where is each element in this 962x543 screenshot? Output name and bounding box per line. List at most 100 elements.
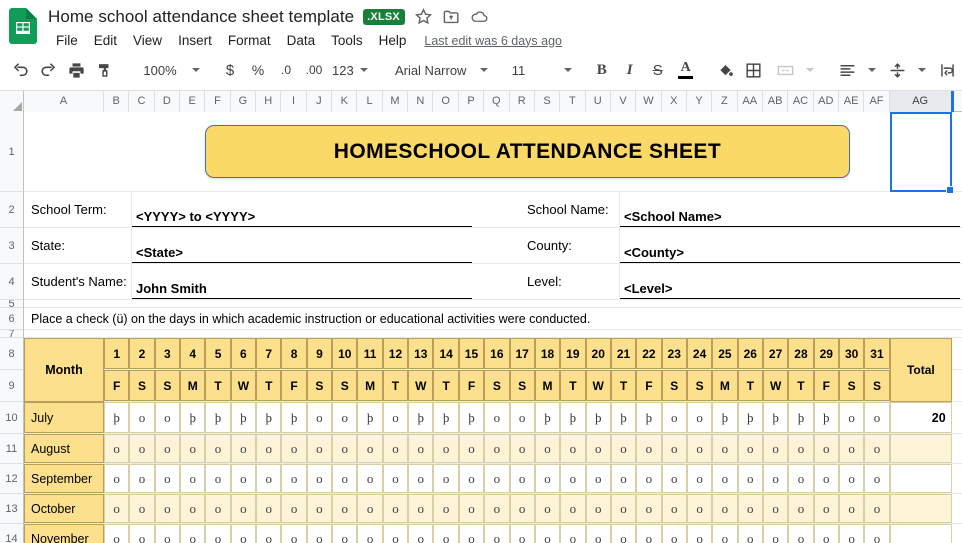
attendance-cell-november-27[interactable]: o [762,524,789,543]
attendance-cell-october-29[interactable]: o [813,494,839,523]
attendance-cell-november-8[interactable]: o [281,524,307,543]
table-header-day-28[interactable]: 28 [788,338,814,369]
attendance-cell-september-19[interactable]: o [560,464,586,493]
column-header-u[interactable]: U [585,91,611,112]
form-value-left-0[interactable]: <YYYY> to <YYYY> [132,192,472,227]
attendance-cell-july-13[interactable]: þ [408,402,434,433]
attendance-cell-august-24[interactable]: o [686,434,713,463]
form-label-right-2[interactable]: Level: [520,264,620,299]
attendance-cell-november-24[interactable]: o [686,524,713,543]
table-header-day-13[interactable]: 13 [408,338,434,369]
attendance-cell-november-28[interactable]: o [788,524,814,543]
attendance-cell-july-30[interactable]: o [838,402,865,433]
column-header-x[interactable]: X [661,91,687,112]
attendance-cell-october-30[interactable]: o [838,494,865,523]
attendance-cell-august-19[interactable]: o [560,434,586,463]
attendance-cell-november-21[interactable]: o [610,524,637,543]
attendance-cell-july-25[interactable]: þ [712,402,738,433]
attendance-cell-august-3[interactable]: o [154,434,181,463]
form-value-right-0[interactable]: <School Name> [620,192,960,227]
attendance-cell-july-24[interactable]: o [686,402,713,433]
attendance-cell-september-21[interactable]: o [610,464,637,493]
attendance-cell-october-24[interactable]: o [686,494,713,523]
attendance-cell-july-11[interactable]: þ [357,402,383,433]
table-header-weekday-20[interactable]: W [585,370,611,401]
menu-edit[interactable]: Edit [86,30,125,52]
column-header-p[interactable]: P [458,91,485,112]
cell-ag1[interactable] [890,112,952,191]
column-header-k[interactable]: K [332,91,358,112]
attendance-cell-september-20[interactable]: o [585,464,611,493]
form-value-left-1[interactable]: <State> [132,228,472,263]
attendance-cell-september-16[interactable]: o [484,464,510,493]
attendance-cell-july-15[interactable]: þ [458,402,485,433]
attendance-cell-november-18[interactable]: o [534,524,561,543]
menu-data[interactable]: Data [279,30,324,52]
table-header-day-17[interactable]: 17 [509,338,535,369]
column-header-l[interactable]: L [357,91,383,112]
table-header-day-24[interactable]: 24 [686,338,713,369]
table-header-weekday-1[interactable]: F [104,370,130,401]
italic-button[interactable]: I [616,56,644,84]
attendance-cell-september-18[interactable]: o [534,464,561,493]
column-header-ad[interactable]: AD [813,91,839,112]
attendance-cell-august-13[interactable]: o [408,434,434,463]
attendance-cell-october-26[interactable]: o [737,494,763,523]
attendance-cell-august-8[interactable]: o [281,434,307,463]
attendance-cell-august-23[interactable]: o [661,434,687,463]
attendance-cell-october-13[interactable]: o [408,494,434,523]
column-header-g[interactable]: G [230,91,257,112]
table-header-day-6[interactable]: 6 [230,338,257,369]
column-header-i[interactable]: I [281,91,307,112]
attendance-cell-september-22[interactable]: o [636,464,662,493]
attendance-cell-august-7[interactable]: o [256,434,282,463]
merge-cells-control[interactable] [768,56,818,84]
attendance-cell-november-3[interactable]: o [154,524,181,543]
table-row-month-name[interactable]: October [24,494,104,523]
table-header-weekday-11[interactable]: M [357,370,383,401]
attendance-cell-november-26[interactable]: o [737,524,763,543]
attendance-cell-august-26[interactable]: o [737,434,763,463]
attendance-cell-october-27[interactable]: o [762,494,789,523]
decrease-decimal-button[interactable]: .0 [272,56,300,84]
column-header-ag[interactable]: AG [889,91,952,112]
table-header-weekday-21[interactable]: T [610,370,637,401]
table-header-weekday-18[interactable]: M [534,370,561,401]
form-label-left-1[interactable]: State: [24,228,132,263]
table-header-weekday-16[interactable]: S [484,370,510,401]
row-header-12[interactable]: 12 [0,464,24,494]
last-edit-status[interactable]: Last edit was 6 days ago [424,34,562,48]
attendance-cell-october-5[interactable]: o [205,494,231,523]
attendance-cell-august-21[interactable]: o [610,434,637,463]
column-header-af[interactable]: AF [864,91,890,112]
attendance-cell-july-12[interactable]: o [382,402,409,433]
table-row-month-name[interactable]: August [24,434,104,463]
attendance-cell-july-3[interactable]: o [154,402,181,433]
table-header-day-7[interactable]: 7 [256,338,282,369]
attendance-cell-november-25[interactable]: o [712,524,738,543]
table-header-weekday-9[interactable]: S [306,370,333,401]
table-header-weekday-15[interactable]: F [458,370,485,401]
attendance-cell-november-2[interactable]: o [129,524,155,543]
attendance-cell-october-9[interactable]: o [306,494,333,523]
banner[interactable]: HOMESCHOOL ATTENDANCE SHEET [204,125,850,178]
table-header-day-23[interactable]: 23 [661,338,687,369]
row-header-13[interactable]: 13 [0,494,24,524]
attendance-cell-october-15[interactable]: o [458,494,485,523]
star-icon[interactable] [414,7,433,26]
attendance-cell-september-12[interactable]: o [382,464,409,493]
table-row-total[interactable] [889,524,952,543]
cloud-saved-icon[interactable] [470,7,489,26]
table-header-weekday-29[interactable]: F [813,370,839,401]
number-format-control[interactable]: 123 [328,56,372,84]
column-header-ae[interactable]: AE [838,91,865,112]
table-header-day-2[interactable]: 2 [129,338,155,369]
attendance-cell-july-10[interactable]: o [332,402,358,433]
attendance-cell-september-15[interactable]: o [458,464,485,493]
attendance-cell-july-26[interactable]: þ [737,402,763,433]
table-header-day-27[interactable]: 27 [762,338,789,369]
menu-help[interactable]: Help [371,30,415,52]
table-header-day-11[interactable]: 11 [357,338,383,369]
attendance-cell-september-2[interactable]: o [129,464,155,493]
table-header-weekday-8[interactable]: F [281,370,307,401]
